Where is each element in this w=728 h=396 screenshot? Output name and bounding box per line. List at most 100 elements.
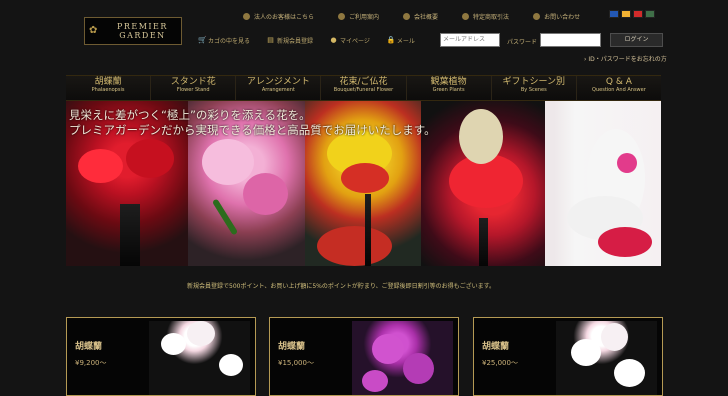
nav-sub-label: Flower Stand [176, 87, 210, 93]
logo-line-premier: PREMIER [116, 22, 168, 31]
register-icon: ▤ [267, 36, 274, 44]
top-link-label: お問い合わせ [544, 13, 581, 21]
top-link-business[interactable]: 法人のお客様はこちら [243, 12, 314, 21]
site-logo[interactable]: ✿ PREMIER GARDEN [84, 17, 182, 45]
red-bloom [126, 139, 174, 178]
top-link-contact[interactable]: お問い合わせ [533, 12, 580, 21]
email-field[interactable] [440, 33, 500, 47]
product-title: 胡蝶蘭 [278, 342, 306, 352]
nav-green-plants[interactable]: 観葉植物 Green Plants [407, 76, 492, 100]
nav-label: 観葉植物 [430, 77, 467, 87]
pink-bloom [243, 173, 288, 215]
nav-label: ギフトシーン別 [502, 77, 566, 87]
master-card-icon [621, 10, 631, 18]
product-title: 胡蝶蘭 [482, 342, 510, 352]
top-link-label: 法人のお客様はこちら [254, 13, 315, 21]
top-link-label: ご利用案内 [349, 13, 380, 21]
nav-label: スタンド花 [170, 77, 216, 87]
red-bloom [341, 163, 389, 193]
leaf-shape [211, 198, 239, 236]
password-field[interactable] [540, 33, 601, 47]
nav-sub-label: Bouquet/Funeral Flower [333, 87, 394, 93]
premier-garden-page: ✿ PREMIER GARDEN 法人のお客様はこちら ご利用案内 会社概要 特… [0, 0, 728, 396]
mail-label: メール [396, 38, 415, 45]
petal-shape [403, 353, 434, 384]
white-orchid-panel [545, 101, 661, 266]
payment-cards [609, 10, 655, 18]
red-wrapping-shape [598, 227, 652, 257]
hero-copy: 見栄えに差がつく“極上”の彩りを添える花を。 プレミアガーデンだから実現できる価… [69, 108, 436, 138]
product-price: ¥9,200～ [75, 359, 107, 367]
product-price: ¥15,000～ [278, 359, 314, 367]
main-nav: 胡蝶蘭 Phalaenopsis スタンド花 Flower Stand アレンジメン… [66, 75, 661, 101]
logo-text: PREMIER GARDEN [104, 22, 181, 40]
points-notice: 新規会員登録で500ポイント、お買い上げ額に5%のポイントが貯まり、ご登録後即日… [187, 283, 496, 290]
forgot-password-link[interactable]: › ID・パスワードをお忘れの方 [584, 54, 667, 63]
product-card[interactable]: 胡蝶蘭 ¥25,000～ [473, 317, 663, 396]
petal-shape [161, 333, 186, 355]
nav-sub-label: Phalaenopsis [91, 87, 125, 93]
petal-shape [614, 359, 645, 387]
mypage-label: マイページ [340, 38, 370, 45]
top-link-company[interactable]: 会社概要 [403, 12, 438, 21]
law-icon [462, 12, 470, 20]
nav-sub-label: Green Plants [432, 87, 465, 93]
nav-scenes[interactable]: ギフトシーン別 By Scenes [492, 76, 577, 100]
nav-sub-label: By Scenes [520, 87, 547, 93]
petal-shape [372, 334, 404, 364]
register-link[interactable]: ▤ 新規会員登録 [267, 36, 314, 46]
purple-orchid-image [352, 321, 453, 395]
product-card[interactable]: 胡蝶蘭 ¥15,000～ [269, 317, 459, 396]
company-icon [403, 12, 411, 20]
product-card[interactable]: 胡蝶蘭 ¥9,200～ [66, 317, 256, 396]
petal-shape [571, 339, 601, 366]
top-link-label: 会社概要 [414, 13, 439, 21]
nav-bouquet[interactable]: 花束/ご仏花 Bouquet/Funeral Flower [321, 76, 407, 100]
jcb-card-icon [633, 10, 643, 18]
vase-shape [120, 204, 140, 266]
top-links: 法人のお客様はこちら ご利用案内 会社概要 特定商取引法 お問い合わせ [243, 10, 580, 22]
petal-shape [187, 321, 215, 346]
contact-icon [533, 12, 541, 20]
petal-shape [601, 323, 628, 351]
mypage-link[interactable]: ● マイページ [330, 36, 370, 46]
stand-shape [365, 194, 371, 266]
cart-icon: 🛒 [198, 36, 207, 44]
nav-flower-stand[interactable]: スタンド花 Flower Stand [151, 76, 237, 100]
nav-label: 胡蝶蘭 [94, 77, 122, 87]
top-link-law[interactable]: 特定商取引法 [462, 12, 509, 21]
product-title: 胡蝶蘭 [75, 342, 103, 352]
nav-sub-label: Question And Answer [592, 87, 646, 93]
lock-icon: 🔒 [386, 36, 396, 44]
red-bloom [78, 149, 123, 183]
pink-bloom [202, 139, 254, 185]
hero-banner[interactable]: 見栄えに差がつく“極上”の彩りを添える花を。 プレミアガーデンだから実現できる価… [66, 101, 661, 266]
flower-icon: ✿ [89, 25, 98, 36]
nav-label: Q & A [605, 77, 632, 87]
red-bloom [317, 226, 392, 266]
nav-qa[interactable]: Q & A Question And Answer [577, 76, 661, 100]
white-orchid-image [149, 321, 250, 395]
account-links: 🛒 カゴの中を見る ▤ 新規会員登録 ● マイページ 🔒 メール [198, 36, 415, 46]
register-label: 新規会員登録 [277, 38, 314, 45]
cart-label: カゴの中を見る [208, 38, 251, 45]
login-button[interactable]: ログイン [610, 33, 663, 47]
chevron-right-icon: › [584, 56, 587, 63]
visa-card-icon [609, 10, 619, 18]
pampas-bloom [459, 109, 503, 164]
petal-shape [362, 370, 388, 392]
nav-label: 花束/ご仏花 [339, 77, 388, 87]
nav-phalaenopsis[interactable]: 胡蝶蘭 Phalaenopsis [66, 76, 152, 100]
hero-line-1: 見栄えに差がつく“極上”の彩りを添える花を。 [69, 108, 311, 122]
guide-icon [338, 12, 346, 20]
white-orchid-image [556, 321, 657, 395]
user-icon: ● [330, 36, 337, 44]
petal-shape [219, 354, 243, 376]
pink-center-bloom [617, 153, 637, 173]
cart-link[interactable]: 🛒 カゴの中を見る [198, 36, 251, 46]
top-link-label: 特定商取引法 [473, 13, 510, 21]
top-link-guide[interactable]: ご利用案内 [338, 12, 379, 21]
product-price: ¥25,000～ [482, 359, 518, 367]
nav-arrangement[interactable]: アレンジメント Arrangement [236, 76, 322, 100]
password-label: パスワード [507, 39, 538, 46]
